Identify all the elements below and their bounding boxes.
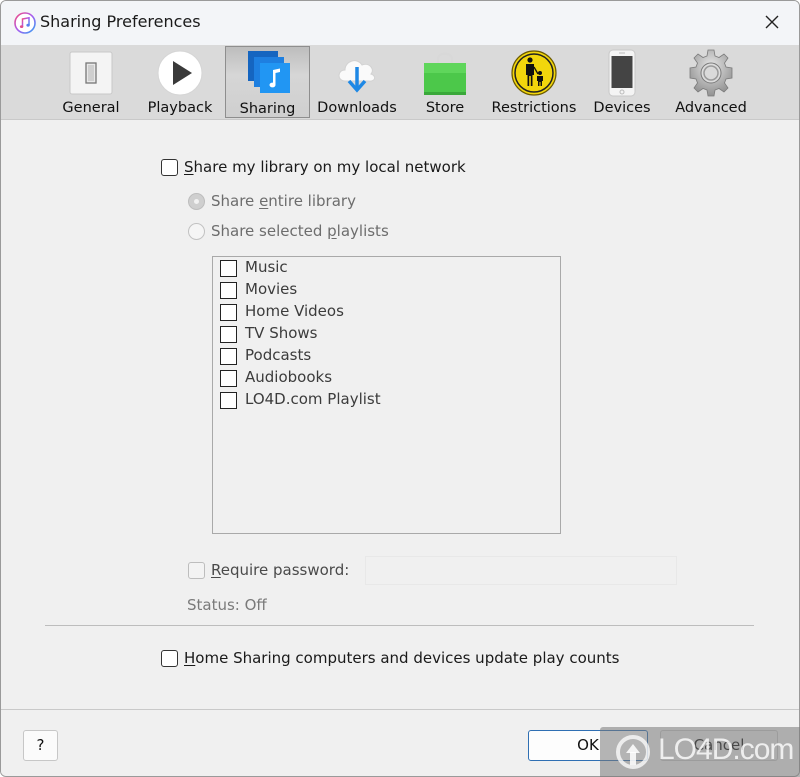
label-text: hare my library on my local network [193,158,466,176]
itunes-icon [14,12,36,34]
tab-advanced[interactable]: Advanced [663,46,759,118]
playlist-label: Podcasts [245,346,312,364]
mnemonic: p [327,222,337,240]
tab-label: Restrictions [491,100,577,116]
phone-icon [608,49,636,97]
playlist-item[interactable]: LO4D.com Playlist [220,390,540,412]
share-selected-playlists-radio[interactable] [188,223,205,240]
share-library-label[interactable]: Share my library on my local network [184,158,466,176]
playlist-item[interactable]: Music [220,258,540,280]
title-bar: Sharing Preferences [1,1,799,45]
label-text: ome Sharing computers and devices update… [195,649,620,667]
playlist-item[interactable]: Home Videos [220,302,540,324]
shopping-bag-icon [424,52,466,95]
require-password-checkbox[interactable] [188,562,205,579]
playlist-label: Audiobooks [245,368,333,386]
playlist-label: Home Videos [245,302,344,320]
mnemonic: R [211,561,221,579]
tab-label: Downloads [317,100,397,116]
lo4d-logo-icon [616,735,650,769]
playlist-checkbox[interactable] [220,260,237,277]
window-title: Sharing Preferences [40,12,201,31]
tab-downloads[interactable]: Downloads [313,46,401,118]
share-selected-playlists-label[interactable]: Share selected playlists [211,222,389,240]
tab-label: Playback [147,100,213,116]
tab-devices[interactable]: Devices [583,46,661,118]
cloud-download-icon [338,60,376,93]
password-field[interactable] [365,556,677,585]
tab-restrictions[interactable]: Restrictions [488,46,580,118]
tab-sharing[interactable]: Sharing [225,46,310,118]
update-play-counts-checkbox[interactable] [161,650,178,667]
playlist-item[interactable]: Podcasts [220,346,540,368]
share-entire-library-radio[interactable] [188,193,205,210]
playlist-label: TV Shows [245,324,318,342]
share-entire-library-label[interactable]: Share entire library [211,192,356,210]
sharing-pane: Share my library on my local network Sha… [1,120,799,708]
playlist-checkbox[interactable] [220,370,237,387]
playlist-checkbox[interactable] [220,348,237,365]
tab-label: General [62,100,120,116]
label-text: Share selected [211,222,328,240]
playlist-label: LO4D.com Playlist [245,390,381,408]
tab-label: Store [425,100,465,116]
playlist-checkbox[interactable] [220,326,237,343]
mnemonic: H [184,649,196,667]
playlist-label: Music [245,258,288,276]
playlist-item[interactable]: TV Shows [220,324,540,346]
status-text: Status: Off [187,596,267,614]
tab-label: Devices [593,100,651,116]
label-text: equire password: [220,561,350,579]
mnemonic: e [259,192,269,210]
playlist-checkbox[interactable] [220,304,237,321]
preferences-toolbar: General Playback Sharing Downloads Store… [1,45,799,120]
tab-label: Sharing [239,101,296,117]
gear-icon [689,49,733,97]
switch-icon [69,51,113,95]
playlist-item[interactable]: Audiobooks [220,368,540,390]
tab-store[interactable]: Store [404,46,486,118]
label-text: Share [211,192,260,210]
mnemonic: S [184,158,194,176]
playlist-list[interactable]: Music Movies Home Videos TV Shows Podcas… [212,256,561,534]
close-icon[interactable] [763,13,781,31]
update-play-counts-label[interactable]: Home Sharing computers and devices updat… [184,649,619,667]
watermark-text: LO4D.com [658,733,794,766]
tab-playback[interactable]: Playback [137,46,223,118]
tab-general[interactable]: General [48,46,134,118]
help-button[interactable]: ? [23,730,58,761]
playlist-label: Movies [245,280,298,298]
label-text: ntire library [268,192,356,210]
divider [45,625,754,626]
label-text: laylists [336,222,389,240]
parental-icon [511,50,557,96]
tab-label: Advanced [675,100,747,116]
playlist-checkbox[interactable] [220,392,237,409]
play-icon [157,50,203,96]
playlist-item[interactable]: Movies [220,280,540,302]
watermark: LO4D.com [600,727,800,777]
sharing-icon [247,51,290,93]
sharing-preferences-window: Sharing Preferences General Playback Sha… [0,0,800,777]
require-password-label[interactable]: Require password: [211,561,349,579]
playlist-checkbox[interactable] [220,282,237,299]
share-library-checkbox[interactable] [161,159,178,176]
